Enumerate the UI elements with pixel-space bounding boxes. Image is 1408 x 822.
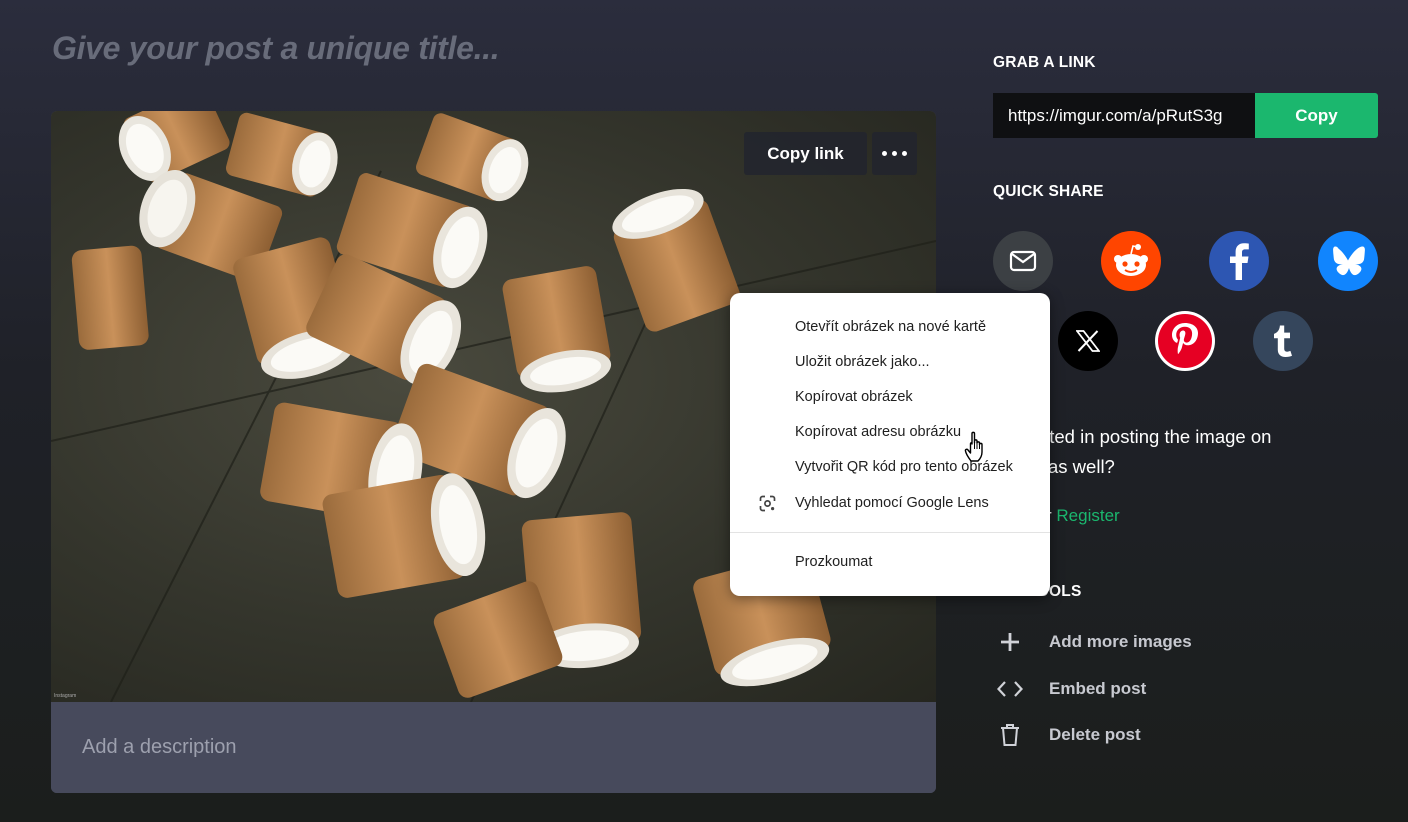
copy-url-button[interactable]: Copy <box>1255 93 1378 138</box>
embed-post-button[interactable]: Embed post <box>997 676 1146 702</box>
copy-link-button[interactable]: Copy link <box>744 132 867 175</box>
description-input[interactable]: Add a description <box>51 702 936 793</box>
more-dots-icon[interactable] <box>872 132 917 175</box>
community-prompt-line3: r Register <box>1046 500 1120 531</box>
bluesky-icon[interactable] <box>1318 231 1378 291</box>
facebook-icon[interactable] <box>1209 231 1269 291</box>
ctx-label: Prozkoumat <box>795 554 873 570</box>
ctx-google-lens-search[interactable]: Vyhledat pomocí Google Lens <box>730 486 1050 520</box>
ctx-label: Kopírovat adresu obrázku <box>795 424 962 440</box>
hand-cursor-icon <box>964 430 990 471</box>
tool-label: Add more images <box>1049 632 1192 651</box>
reddit-icon[interactable] <box>1101 231 1161 291</box>
share-url-field[interactable]: https://imgur.com/a/pRutS3g <box>993 93 1255 138</box>
google-lens-icon <box>759 495 776 516</box>
tumblr-icon[interactable] <box>1253 311 1313 371</box>
tool-label: Delete post <box>1049 725 1141 744</box>
quick-share-heading: QUICK SHARE <box>993 183 1104 200</box>
ctx-separator <box>730 532 1050 533</box>
tool-label: Embed post <box>1049 679 1147 698</box>
ctx-copy-image[interactable]: Kopírovat obrázek <box>730 380 1050 414</box>
ctx-label: Kopírovat obrázek <box>795 389 913 405</box>
mail-icon[interactable] <box>993 231 1053 291</box>
ctx-label: Uložit obrázek jako... <box>795 354 930 370</box>
ctx-inspect[interactable]: Prozkoumat <box>730 545 1050 579</box>
post-title-input[interactable]: Give your post a unique title... <box>52 30 500 67</box>
context-menu: Otevřít obrázek na nové kartě Uložit obr… <box>730 293 1050 596</box>
plus-icon <box>997 629 1023 655</box>
ctx-save-image-as[interactable]: Uložit obrázek jako... <box>730 345 1050 379</box>
pinterest-icon[interactable] <box>1155 311 1215 371</box>
ctx-copy-image-address[interactable]: Kopírovat adresu obrázku <box>730 415 1050 449</box>
community-prompt-line2: as well? <box>1048 456 1115 477</box>
register-link[interactable]: Register <box>1056 506 1119 525</box>
ctx-open-image-new-tab[interactable]: Otevřít obrázek na nové kartě <box>730 310 1050 344</box>
ctx-label: Vyhledat pomocí Google Lens <box>795 495 989 511</box>
ctx-label: Otevřít obrázek na nové kartě <box>795 319 987 335</box>
photo-credit: Instagram <box>54 693 77 699</box>
add-more-images-button[interactable]: Add more images <box>997 629 1192 655</box>
community-prompt-line1: sted in posting the image on <box>1040 426 1272 447</box>
x-icon[interactable] <box>1058 311 1118 371</box>
code-icon <box>997 676 1023 702</box>
trash-icon <box>997 722 1023 748</box>
ctx-create-qr-code[interactable]: Vytvořit QR kód pro tento obrázek <box>730 450 1050 484</box>
grab-link-heading: GRAB A LINK <box>993 54 1096 71</box>
delete-post-button[interactable]: Delete post <box>997 722 1141 748</box>
